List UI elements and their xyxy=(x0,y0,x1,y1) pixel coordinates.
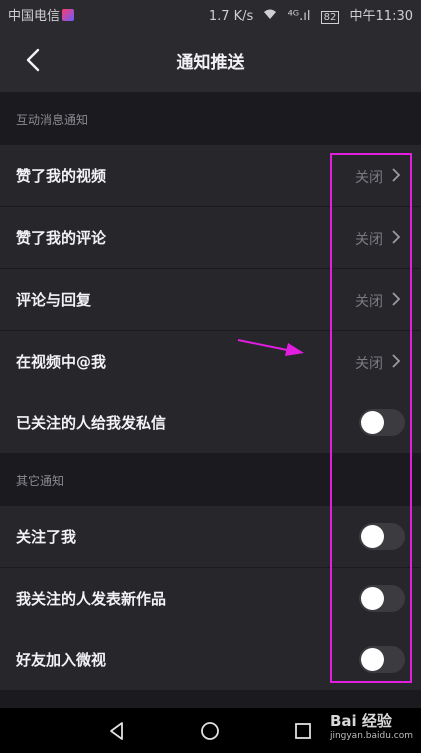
section-header-interaction: 互动消息通知 xyxy=(0,92,421,144)
toggle-knob xyxy=(361,648,384,671)
carrier-name: 中国电信 xyxy=(8,9,61,24)
setting-label: 赞了我的评论 xyxy=(16,229,107,247)
carrier-badge-icon xyxy=(62,9,75,21)
annotation-arrow-icon xyxy=(237,339,304,356)
chevron-right-icon xyxy=(392,292,401,306)
private-message-toggle[interactable] xyxy=(359,409,405,436)
setting-row-mentioned-in-video[interactable]: 在视频中@我 关闭 xyxy=(0,331,421,392)
setting-row-private-message: 已关注的人给我发私信 xyxy=(0,392,421,453)
toggle-knob xyxy=(361,587,384,610)
nav-recent-apps-icon[interactable] xyxy=(294,722,312,740)
status-bar: 中国电信 1.7 K/s ⁴ᴳ.ıl 82 中午11:30 xyxy=(0,0,421,28)
signal-icon: ⁴ᴳ.ıl xyxy=(287,9,311,24)
setting-value: 关闭 xyxy=(355,294,383,310)
clock: 中午11:30 xyxy=(349,9,413,24)
setting-row-followed-me: 关注了我 xyxy=(0,506,421,567)
setting-value: 关闭 xyxy=(355,356,383,372)
setting-label: 我关注的人发表新作品 xyxy=(16,590,167,608)
page-title: 通知推送 xyxy=(176,53,245,73)
net-speed: 1.7 K/s xyxy=(208,9,254,24)
setting-row-comments-replies[interactable]: 评论与回复 关闭 xyxy=(0,269,421,330)
system-nav-bar: Bai 经验 jingyan.baidu.com xyxy=(0,708,421,753)
setting-row-friend-joined: 好友加入微视 xyxy=(0,629,421,690)
followed-me-toggle[interactable] xyxy=(359,523,405,550)
setting-value: 关闭 xyxy=(355,170,383,186)
setting-row-liked-comment[interactable]: 赞了我的评论 关闭 xyxy=(0,207,421,268)
setting-label: 好友加入微视 xyxy=(16,651,107,669)
setting-label: 已关注的人给我发私信 xyxy=(16,414,167,432)
setting-label: 赞了我的视频 xyxy=(16,167,107,185)
chevron-right-icon xyxy=(392,230,401,244)
toggle-knob xyxy=(361,411,384,434)
nav-back-icon[interactable] xyxy=(107,721,127,741)
friend-joined-toggle[interactable] xyxy=(359,646,405,673)
chevron-right-icon xyxy=(392,354,401,368)
app-header: 通知推送 xyxy=(0,28,421,92)
setting-row-new-works: 我关注的人发表新作品 xyxy=(0,568,421,629)
setting-label: 在视频中@我 xyxy=(16,353,107,371)
watermark-url: jingyan.baidu.com xyxy=(329,731,413,741)
new-works-toggle[interactable] xyxy=(359,585,405,612)
setting-row-liked-video[interactable]: 赞了我的视频 关闭 xyxy=(0,145,421,206)
toggle-knob xyxy=(361,525,384,548)
watermark-brand: Bai 经验 xyxy=(329,712,392,730)
nav-home-icon[interactable] xyxy=(200,721,220,741)
setting-value: 关闭 xyxy=(355,232,383,248)
wifi-icon xyxy=(263,9,281,24)
watermark: Bai 经验 jingyan.baidu.com xyxy=(330,710,413,741)
section-header-other: 其它通知 xyxy=(0,453,421,505)
setting-label: 评论与回复 xyxy=(16,291,92,309)
setting-label: 关注了我 xyxy=(16,528,77,546)
battery-icon: 82 xyxy=(320,11,340,24)
chevron-right-icon xyxy=(392,168,401,182)
